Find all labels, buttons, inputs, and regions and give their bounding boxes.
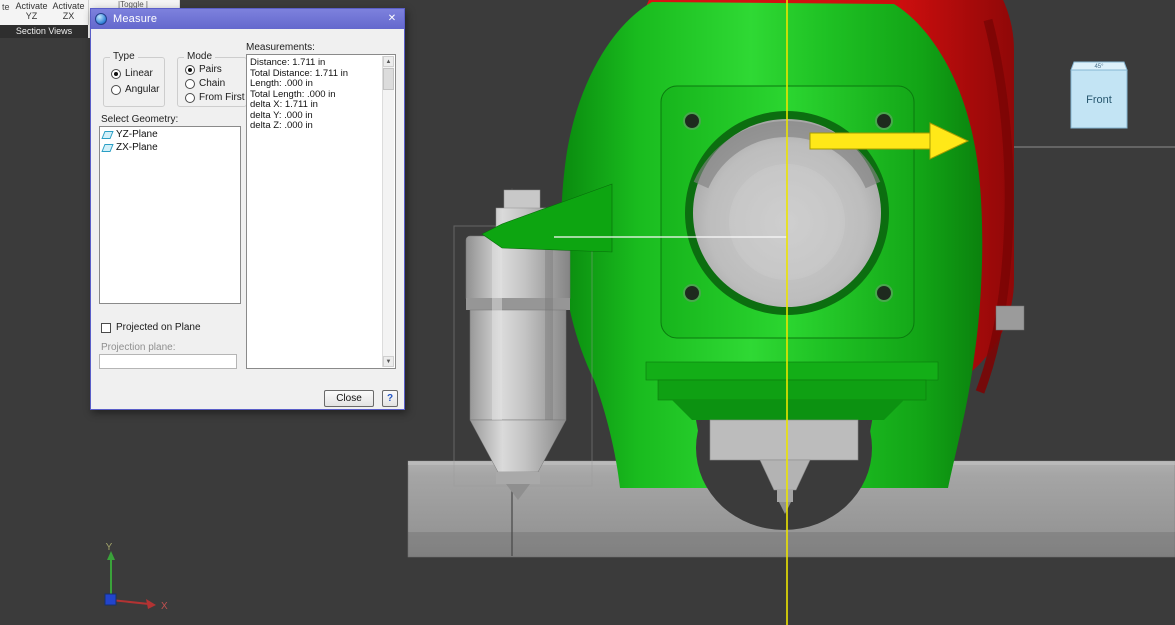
projection-plane-label: Projection plane: [101,342,176,353]
activate-zx-button[interactable]: Activate ZX [50,1,87,21]
radio-pairs-label: Pairs [199,64,222,75]
bolt-hole [875,112,893,130]
radio-linear[interactable]: Linear [111,68,153,79]
radio-chain-icon[interactable] [185,78,195,89]
toolbar-fragment: te [2,2,10,12]
radio-angular-label: Angular [125,84,160,95]
view-cube[interactable]: 45° Front [1070,61,1128,129]
view-cube-front-label[interactable]: Front [1086,94,1112,106]
bolt-hole [875,284,893,302]
lower-flange-slab [645,361,939,381]
radio-linear-label: Linear [125,68,153,79]
radio-from-first-label: From First [199,92,245,103]
lower-flange-skirt [672,400,904,420]
measurements-text: Distance: 1.711 in Total Distance: 1.711… [250,57,380,132]
type-group-label: Type [110,51,138,62]
dialog-titlebar[interactable]: Measure ✕ [91,9,404,29]
measurements-label: Measurements: [246,42,315,53]
measure-dialog: Measure ✕ Type Linear Angular Mode Pairs [90,8,405,410]
toolbar-divider [88,0,89,25]
fixture-tab [995,305,1025,331]
geometry-item-label: ZX-Plane [116,142,158,153]
measurements-scrollbar[interactable]: ▲ ▼ [382,56,394,367]
dialog-close-icon[interactable]: ✕ [384,12,400,26]
select-geometry-label: Select Geometry: [101,114,179,125]
dialog-title: Measure [113,13,158,25]
bolt-hole [683,112,701,130]
measurement-line: Length: .000 in [250,78,313,89]
z-axis-marker [104,593,117,606]
radio-pairs[interactable]: Pairs [185,64,222,75]
measurement-line: delta Z: .000 in [250,120,313,131]
radio-angular-icon[interactable] [111,84,121,95]
scroll-down-icon[interactable]: ▼ [383,356,394,367]
mode-group-label: Mode [184,51,216,62]
projected-on-plane-checkbox[interactable] [101,322,111,333]
section-views-tab[interactable]: Section Views [0,25,88,38]
scrollbar-thumb[interactable] [383,68,394,90]
mode-group: Mode Pairs Chain From First [177,51,247,107]
activate-yz-button[interactable]: Activate YZ [13,1,50,21]
projected-on-plane-label: Projected on Plane [116,322,201,333]
x-axis-label: X [161,601,168,612]
type-group: Type Linear Angular [103,51,165,107]
radio-chain[interactable]: Chain [185,78,225,89]
scroll-up-icon[interactable]: ▲ [383,56,394,67]
radio-from-first[interactable]: From First [185,92,245,103]
application-window: 45° Front Y X te Activate YZ Activate ZX… [0,0,1175,625]
projected-on-plane-row[interactable]: Projected on Plane [101,322,201,333]
radio-angular[interactable]: Angular [111,84,159,95]
radio-chain-label: Chain [199,78,226,89]
measurement-line: delta X: 1.711 in [250,99,318,110]
geometry-item-label: YZ-Plane [116,129,158,140]
measurement-line: Distance: 1.711 in [250,57,326,68]
view-cube-top-label: 45° [1094,64,1104,70]
projection-plane-input[interactable] [99,354,237,369]
close-button[interactable]: Close [324,390,374,407]
help-button[interactable]: ? [382,390,398,407]
radio-pairs-icon[interactable] [185,64,195,75]
measure-dialog-icon [95,13,107,25]
bolt-hole [683,284,701,302]
plane-icon [101,143,114,152]
radio-from-first-icon[interactable] [185,92,195,103]
geometry-listbox[interactable]: YZ-Plane ZX-Plane [99,126,241,304]
lower-flange-slab-2 [657,379,927,401]
radio-linear-icon[interactable] [111,68,121,79]
y-axis-label: Y [106,542,113,553]
geometry-item-zx-plane[interactable]: ZX-Plane [101,141,239,154]
geometry-item-yz-plane[interactable]: YZ-Plane [101,128,239,141]
plane-icon [101,130,114,139]
cylinder-highlight [492,236,502,420]
measurements-panel: Distance: 1.711 in Total Distance: 1.711… [246,54,396,369]
cylinder-shadow [545,236,553,420]
